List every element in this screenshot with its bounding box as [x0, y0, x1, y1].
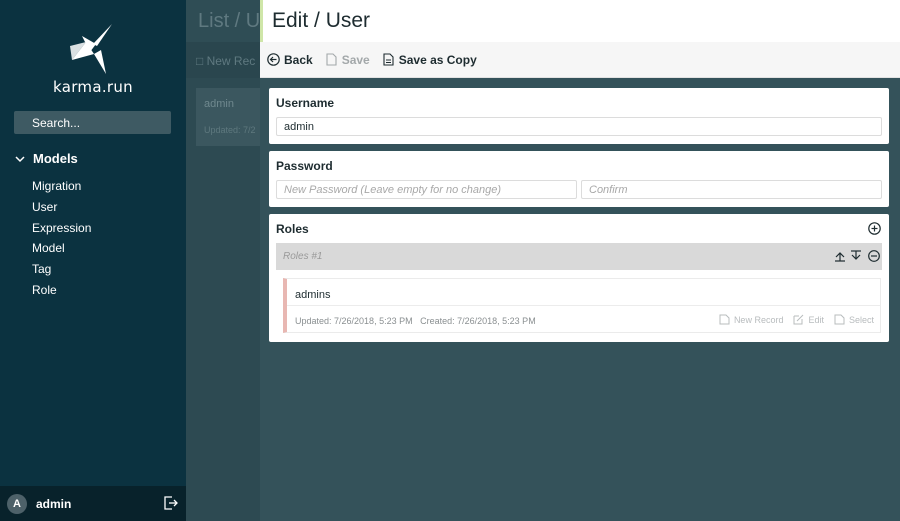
edit-icon [793, 314, 804, 325]
background-new-record: □ New Rec [196, 54, 256, 68]
new-record-button[interactable]: New Record [719, 314, 783, 325]
save-as-copy-button[interactable]: Save as Copy [382, 53, 477, 67]
sidebar-item-tag[interactable]: Tag [32, 260, 91, 281]
add-circle-icon[interactable] [868, 222, 881, 235]
back-button[interactable]: Back [267, 53, 313, 67]
roles-card: Roles Roles #1 admins Updated: 7/26/2018… [269, 214, 889, 342]
sidebar-item-role[interactable]: Role [32, 281, 91, 302]
role-created: Created: 7/26/2018, 5:23 PM [420, 316, 536, 326]
username-label: Username [276, 96, 335, 110]
select-document-icon [834, 314, 845, 325]
background-record-card: admin Updated: 7/2 [196, 88, 260, 146]
user-bar: A admin [0, 486, 186, 521]
role-item-label: Roles #1 [283, 251, 323, 262]
back-arrow-icon [267, 53, 280, 66]
page-title: Edit / User [272, 9, 371, 32]
new-document-icon [719, 314, 730, 325]
background-title: List / U [198, 10, 260, 32]
save-button[interactable]: Save [325, 53, 370, 67]
brand-name: karma.run [53, 78, 133, 96]
roles-label: Roles [276, 222, 309, 236]
password-label: Password [276, 159, 333, 173]
logo: karma.run [0, 18, 186, 98]
document-icon: □ [196, 54, 204, 68]
role-record-actions: New Record Edit Select [709, 314, 874, 325]
role-item-header: Roles #1 [276, 243, 882, 270]
search-input[interactable]: Search... [14, 111, 171, 134]
move-down-icon[interactable] [850, 250, 862, 262]
karma-logo-icon [70, 24, 112, 74]
sidebar-item-user[interactable]: User [32, 198, 91, 219]
background-list-panel: List / U □ New Rec admin Updated: 7/2 [186, 0, 260, 521]
models-section-toggle[interactable]: Models [14, 151, 78, 166]
username-card: Username admin [269, 88, 889, 144]
select-button[interactable]: Select [834, 314, 874, 325]
password-card: Password New Password (Leave empty for n… [269, 151, 889, 207]
copy-document-icon [383, 53, 394, 66]
username-field[interactable]: admin [276, 117, 882, 136]
edit-header: Edit / User [260, 0, 900, 42]
document-icon [326, 53, 337, 66]
sidebar-item-model[interactable]: Model [32, 239, 91, 260]
role-record-name: admins [295, 289, 331, 301]
new-password-field[interactable]: New Password (Leave empty for no change) [276, 180, 577, 199]
divider [287, 305, 881, 306]
edit-toolbar: Back Save Save as Copy [260, 42, 900, 78]
avatar[interactable]: A [7, 493, 27, 514]
role-record-card: admins Updated: 7/26/2018, 5:23 PM Creat… [283, 278, 881, 333]
chevron-down-icon [15, 155, 25, 162]
edit-panel: Edit / User Back Save Save as Copy Usern… [260, 0, 900, 521]
sidebar-item-migration[interactable]: Migration [32, 177, 91, 198]
move-up-icon[interactable] [834, 250, 846, 262]
models-list: Migration User Expression Model Tag Role [32, 177, 91, 302]
sidebar: karma.run Search... Models Migration Use… [0, 0, 186, 521]
role-item-body: admins Updated: 7/26/2018, 5:23 PM Creat… [276, 270, 882, 340]
confirm-password-field[interactable]: Confirm [581, 180, 882, 199]
user-name: admin [36, 496, 72, 511]
models-label: Models [33, 151, 78, 166]
remove-circle-icon[interactable] [868, 250, 880, 262]
edit-button[interactable]: Edit [793, 314, 824, 325]
role-updated: Updated: 7/26/2018, 5:23 PM [295, 316, 413, 326]
sidebar-item-expression[interactable]: Expression [32, 219, 91, 240]
role-record-meta: Updated: 7/26/2018, 5:23 PM Created: 7/2… [295, 316, 536, 326]
logout-icon[interactable] [164, 496, 178, 510]
